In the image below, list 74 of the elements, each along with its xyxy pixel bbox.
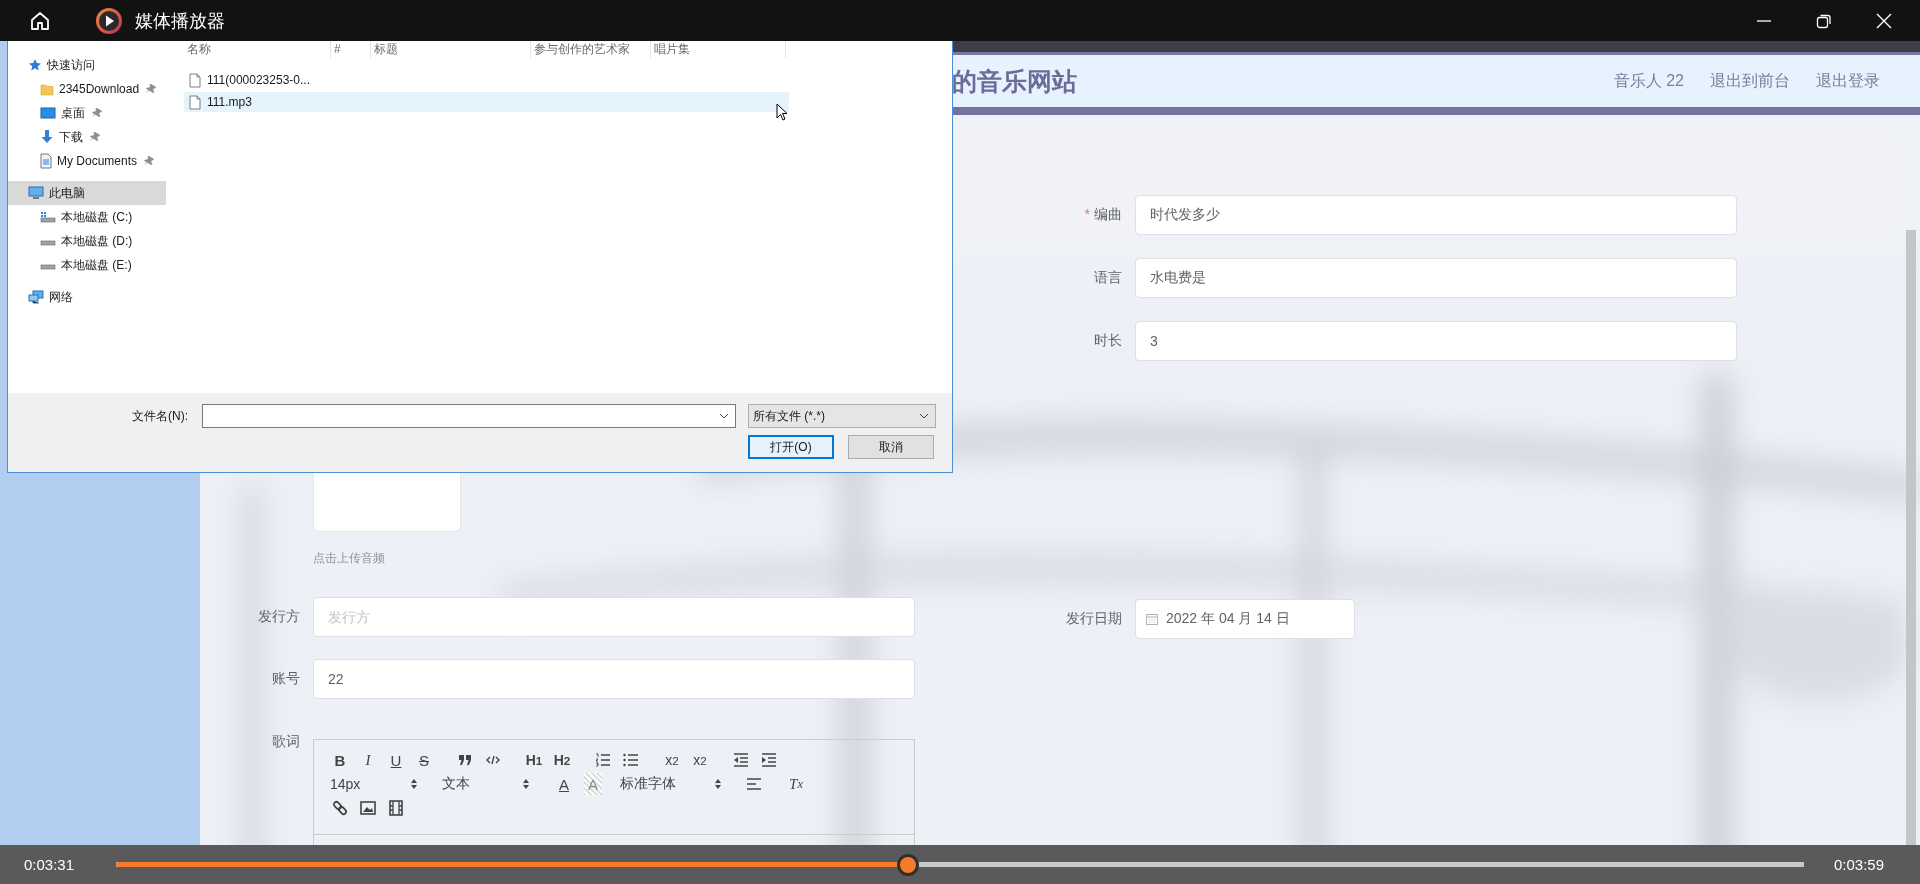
nav-item[interactable]: 本地磁盘 (D:): [8, 229, 166, 253]
column-header[interactable]: 参与创作的艺术家: [531, 41, 651, 58]
header-link[interactable]: 退出登录: [1816, 70, 1880, 92]
field-label: 时长: [1093, 332, 1122, 350]
header-picker[interactable]: 文本: [438, 773, 534, 795]
up-down-caret-icon: [522, 778, 530, 790]
filename-label: 文件名(N):: [132, 407, 189, 425]
column-header[interactable]: 唱片集: [651, 41, 786, 58]
field-label: 语言: [1093, 269, 1122, 287]
dialog-button[interactable]: 取消: [848, 435, 934, 459]
nav-item[interactable]: 本地磁盘 (C:): [8, 205, 166, 229]
elapsed-time: 0:03:31: [23, 856, 76, 873]
font-picker[interactable]: 标准字体: [616, 773, 726, 795]
close-icon[interactable]: [1876, 12, 1892, 29]
up-down-caret-icon: [714, 778, 722, 790]
star-icon: [28, 58, 42, 72]
nav-item[interactable]: My Documents: [8, 149, 166, 173]
nav-item[interactable]: 下载: [8, 125, 166, 149]
input-field[interactable]: 时代发多少: [1135, 195, 1737, 235]
date-field[interactable]: 2022 年 04 月 14 日: [1135, 599, 1355, 639]
header-link[interactable]: 音乐人 22: [1613, 70, 1684, 92]
seek-handle[interactable]: [896, 853, 919, 876]
computer-icon: [28, 186, 44, 200]
input-field[interactable]: 3: [1135, 321, 1737, 361]
nav-item[interactable]: 此电脑: [8, 181, 166, 205]
format-button[interactable]: I: [354, 749, 382, 771]
duration-time: 0:03:59: [1833, 856, 1886, 873]
nav-item[interactable]: 本地磁盘 (E:): [8, 253, 166, 277]
file-type-dropdown[interactable]: 所有文件 (*.*): [748, 404, 936, 428]
upload-hint: 点击上传音频: [313, 550, 385, 567]
file-icon: [189, 94, 201, 110]
play-logo-icon: [95, 6, 123, 35]
nav-item[interactable]: 2345Download: [8, 77, 166, 101]
cursor-icon: [776, 103, 788, 121]
scrollbar[interactable]: [1906, 230, 1916, 845]
document-icon: [40, 153, 52, 169]
monitor-icon: [40, 106, 56, 120]
chevron-down-icon[interactable]: [719, 413, 729, 419]
nav-item[interactable]: 网络: [8, 285, 166, 309]
network-icon: [28, 290, 44, 304]
nav-item[interactable]: 快速访问: [8, 53, 166, 77]
input-field[interactable]: 水电费是: [1135, 258, 1737, 298]
input-field[interactable]: 22: [313, 659, 915, 699]
column-header[interactable]: #: [331, 41, 371, 58]
column-header[interactable]: 名称: [184, 41, 331, 58]
site-title: 的音乐网站: [952, 65, 1077, 97]
file-icon: [189, 72, 201, 88]
field-label: 发行日期: [1065, 610, 1122, 628]
file-row[interactable]: 111(000023253-0...: [184, 70, 789, 90]
text-color-button[interactable]: A: [550, 773, 578, 795]
up-down-caret-icon: [410, 778, 418, 790]
folder-icon: [40, 82, 54, 96]
field-label: 账号: [271, 670, 300, 688]
dialog-button[interactable]: 打开(O): [748, 435, 834, 459]
field-label: * 编曲: [1083, 206, 1122, 224]
format-button[interactable]: B: [326, 749, 354, 771]
header-link[interactable]: 退出到前台: [1710, 70, 1790, 92]
calendar-icon: [1146, 613, 1158, 625]
app-title: 媒体播放器: [135, 9, 225, 33]
home-icon[interactable]: [29, 9, 51, 32]
download-arrow-icon: [40, 129, 54, 145]
restore-icon[interactable]: [1816, 12, 1832, 29]
chevron-down-icon[interactable]: [919, 413, 929, 419]
input-field[interactable]: 发行方: [313, 597, 915, 637]
file-row[interactable]: 111.mp3: [184, 92, 789, 112]
format-button[interactable]: S: [410, 749, 438, 771]
field-label: 歌词: [271, 733, 300, 751]
field-label: 发行方: [257, 608, 300, 626]
size-picker[interactable]: 14px: [326, 773, 422, 795]
nav-item[interactable]: 桌面: [8, 101, 166, 125]
drive-icon: [40, 211, 56, 223]
format-button[interactable]: U: [382, 749, 410, 771]
filename-field[interactable]: [202, 404, 736, 428]
column-header[interactable]: 标题: [371, 41, 531, 58]
